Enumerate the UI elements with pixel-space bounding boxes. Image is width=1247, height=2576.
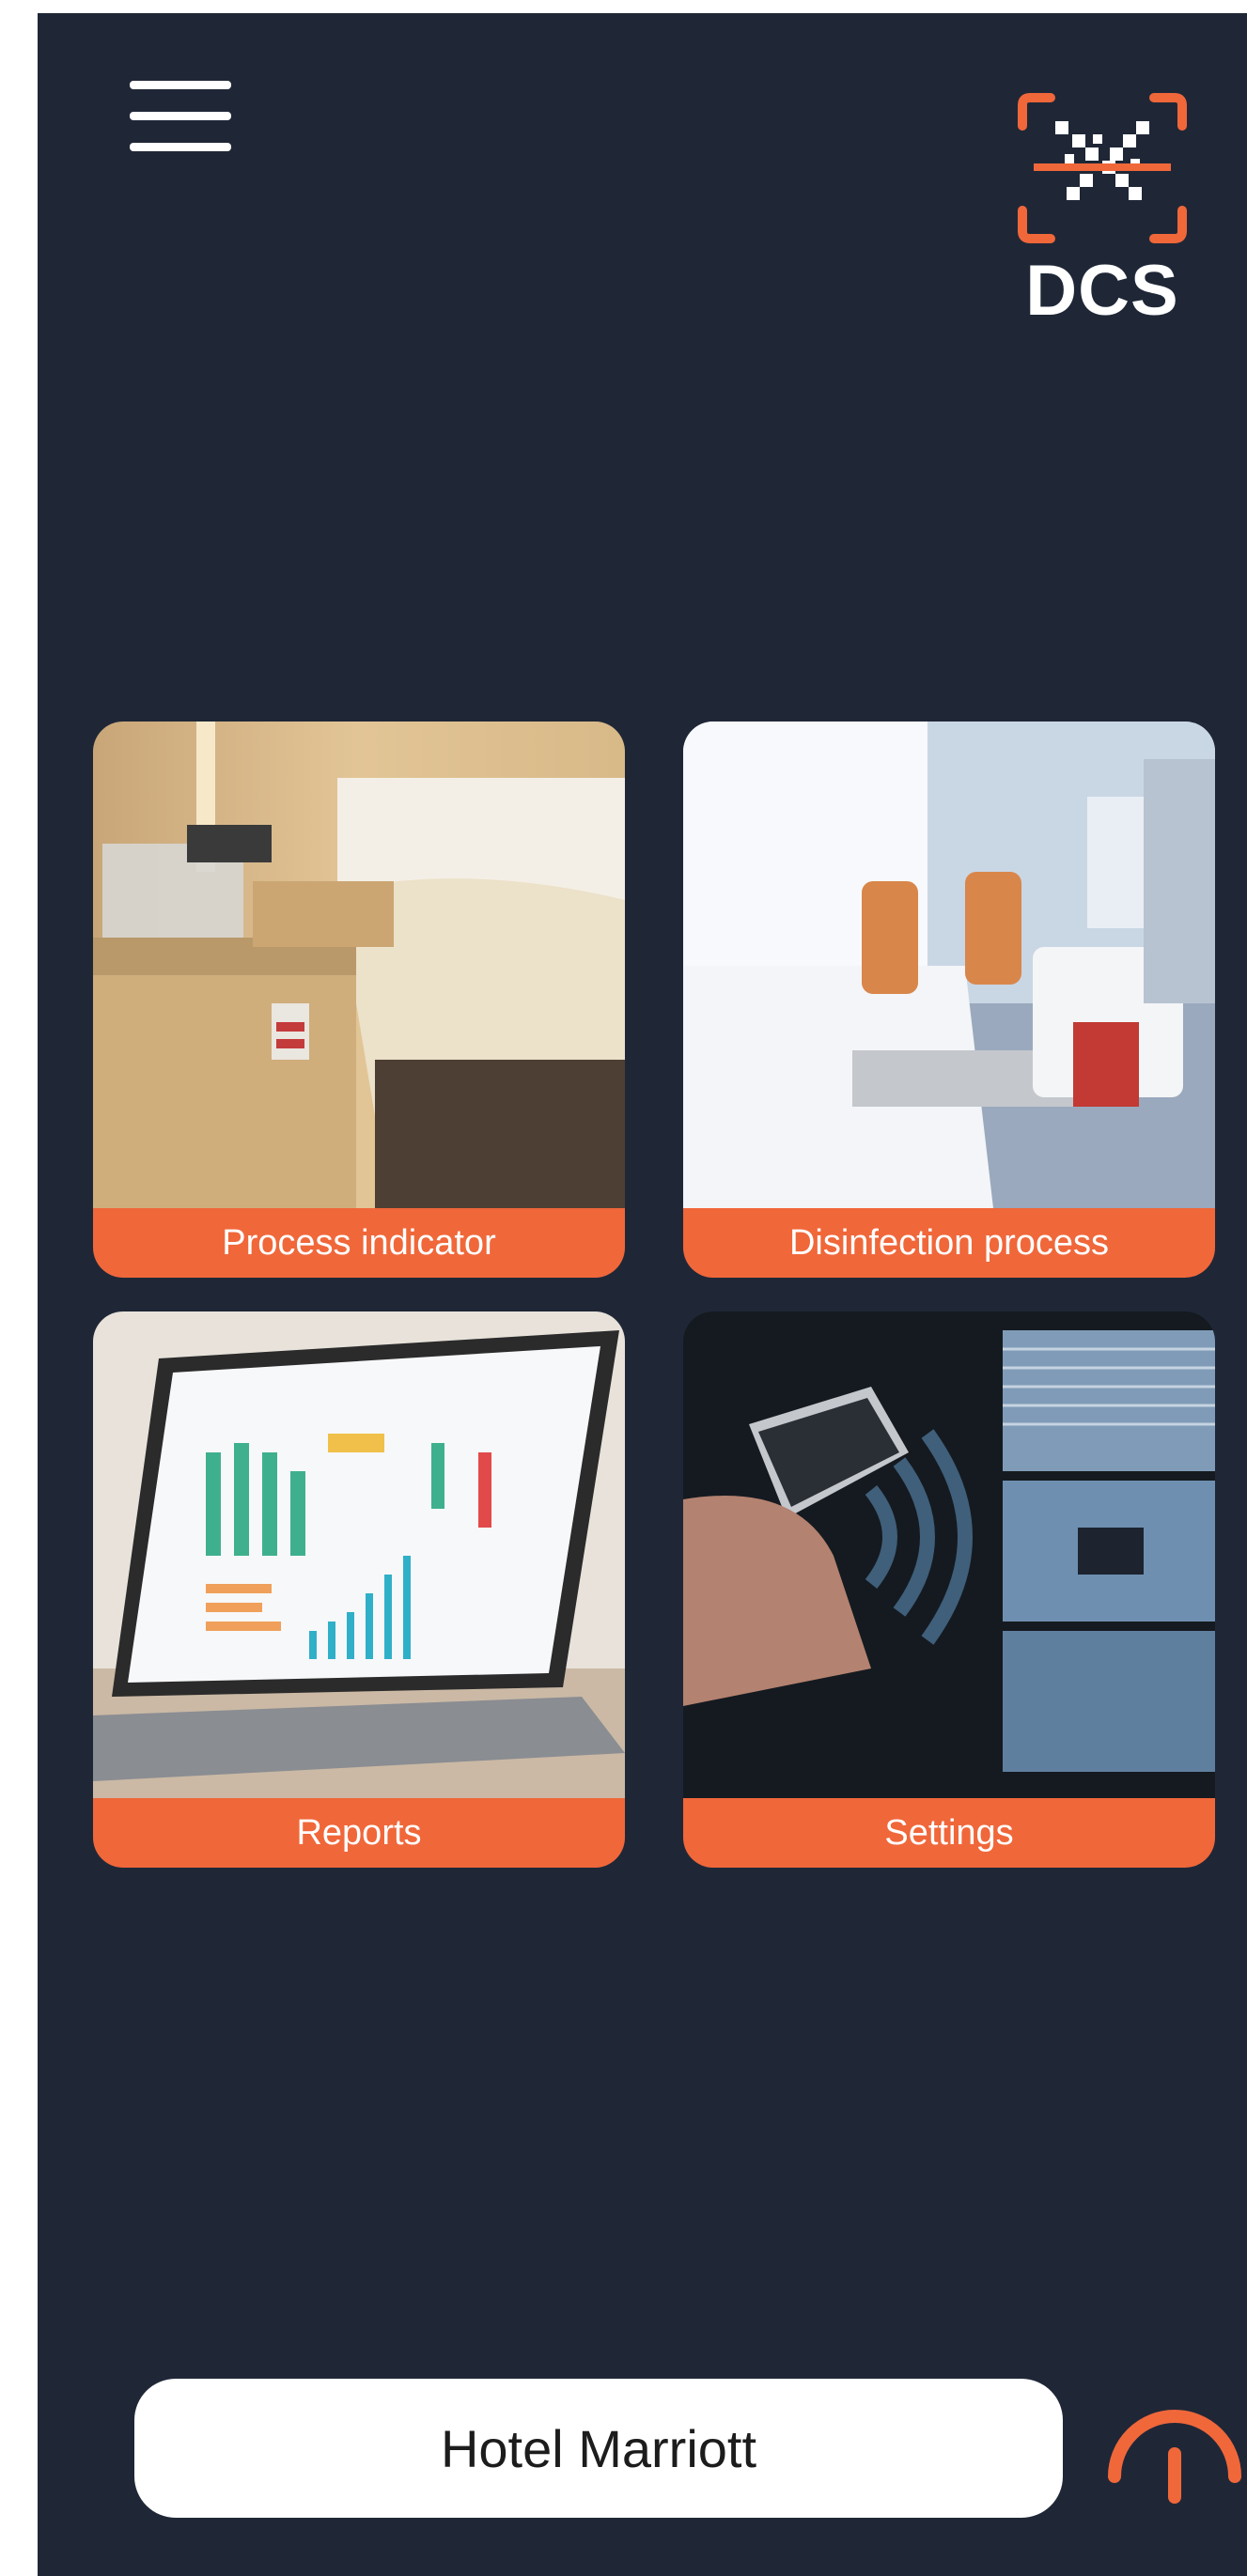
hamburger-menu-icon[interactable] [130, 81, 242, 171]
disinfection-room-photo [683, 722, 1215, 1208]
dcs-logo: DCS [1013, 88, 1192, 351]
tile-process-indicator[interactable]: Process indicator [93, 722, 625, 1278]
tile-disinfection-process[interactable]: Disinfection process [683, 722, 1215, 1278]
tile-reports[interactable]: Reports [93, 1311, 625, 1868]
app-screen: DCS Process indicator Disinfection proce… [38, 13, 1247, 2576]
tile-label: Disinfection process [683, 1208, 1215, 1278]
logo-text: DCS [1025, 251, 1179, 331]
laptop-dashboard-photo [93, 1311, 625, 1798]
tile-settings[interactable]: Settings [683, 1311, 1215, 1868]
phone-wireless-photo [683, 1311, 1215, 1798]
tile-label: Process indicator [93, 1208, 625, 1278]
tile-label: Reports [93, 1798, 625, 1868]
signal-tower-icon[interactable] [1101, 2392, 1247, 2508]
hotel-room-photo [93, 722, 625, 1208]
hotel-name-button[interactable]: Hotel Marriott [134, 2379, 1063, 2518]
tile-label: Settings [683, 1798, 1215, 1868]
logo-scan-icon [1018, 93, 1187, 243]
